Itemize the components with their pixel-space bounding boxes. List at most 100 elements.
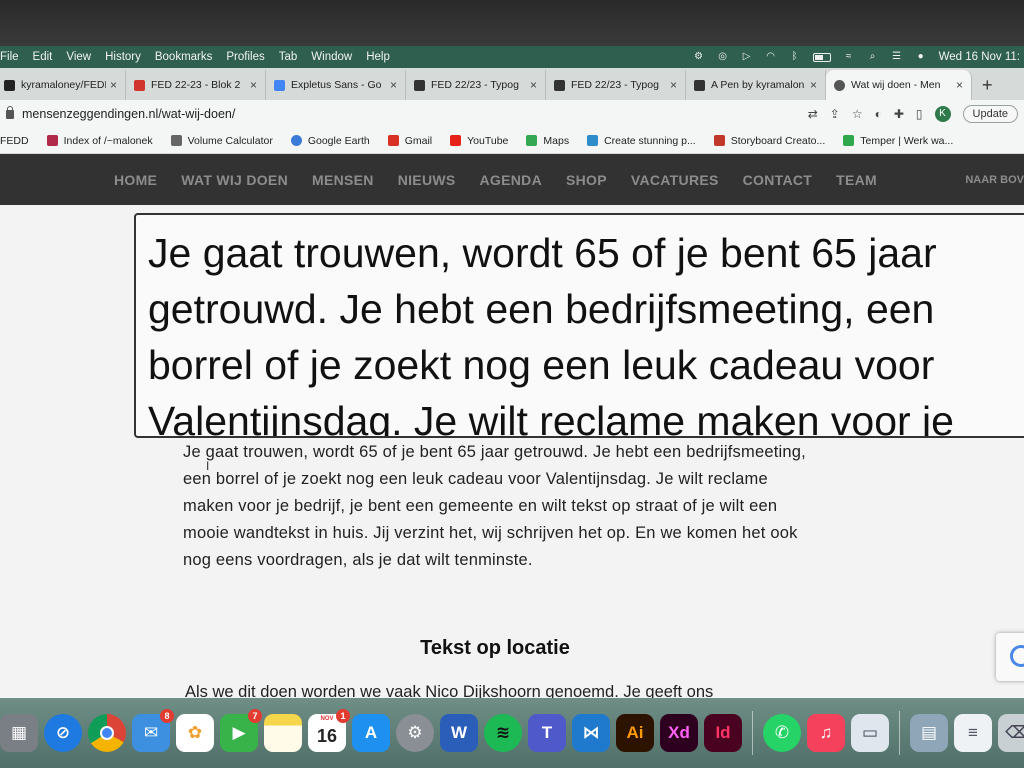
bookmark-fedd[interactable]: FEDD	[0, 135, 29, 147]
nav-shop[interactable]: SHOP	[566, 172, 607, 188]
menu-file[interactable]: File	[0, 51, 19, 63]
menu-profiles[interactable]: Profiles	[226, 51, 264, 63]
text-zoom-overlay: Je gaat trouwen, wordt 65 of je bent 65 …	[134, 213, 1024, 438]
notes-icon[interactable]	[264, 714, 302, 752]
creative-cloud-icon[interactable]: ◎	[717, 52, 729, 62]
calendar-icon[interactable]: NOV 16 1	[308, 709, 350, 752]
tab-close-icon[interactable]: ×	[390, 78, 397, 92]
translate-icon[interactable]: ⇄	[808, 107, 818, 121]
spotify-icon[interactable]: ≋	[484, 714, 522, 752]
tab-wat-wij-doen[interactable]: Wat wij doen - Men ×	[826, 70, 972, 100]
wifi-icon[interactable]: ≈	[843, 52, 855, 62]
tab-kyramaloney[interactable]: kyramaloney/FEDD ×	[0, 70, 126, 100]
extension-mask-icon[interactable]: ◐	[875, 107, 882, 121]
menu-history[interactable]: History	[105, 51, 141, 63]
tab-close-icon[interactable]: ×	[530, 78, 537, 92]
trash-icon[interactable]: ⌫	[998, 714, 1024, 752]
menu-help[interactable]: Help	[366, 51, 390, 63]
nav-mensen[interactable]: MENSEN	[312, 172, 374, 188]
zoomed-text: Je gaat trouwen, wordt 65 of je bent 65 …	[148, 230, 954, 438]
sidebar-icon[interactable]: ▯	[916, 107, 923, 121]
bookmark-maps[interactable]: Maps	[526, 135, 569, 147]
control-center-icon[interactable]: ☰	[891, 52, 903, 62]
nav-wat-wij-doen[interactable]: WAT WIJ DOEN	[181, 172, 288, 188]
menu-tab[interactable]: Tab	[279, 51, 298, 63]
photos-icon[interactable]: ✿	[176, 714, 214, 752]
recaptcha-badge[interactable]	[996, 633, 1024, 681]
extensions-status-icon[interactable]: ⚙	[693, 52, 705, 62]
bookmark-create-stunning[interactable]: Create stunning p...	[587, 135, 696, 147]
tab-close-icon[interactable]: ×	[250, 78, 257, 92]
share-icon[interactable]: ⇪	[830, 107, 840, 121]
chrome-icon[interactable]	[88, 714, 126, 752]
bluetooth-icon[interactable]: ᛒ	[789, 52, 801, 62]
teams-icon[interactable]: T	[528, 714, 566, 752]
app-store-icon[interactable]: A	[352, 714, 390, 752]
nav-vacatures[interactable]: VACATURES	[631, 172, 719, 188]
status-area: ⚙ ◎ ▷ ◠ ᛒ ≈ ⌕ ☰ ● Wed 16 Nov 11:	[693, 51, 1024, 63]
nav-nieuws[interactable]: NIEUWS	[398, 172, 456, 188]
safari-icon[interactable]: ⊘	[44, 714, 82, 752]
tab-codepen[interactable]: A Pen by kyramalon ×	[686, 70, 826, 100]
calculator-icon	[170, 135, 182, 146]
bookmark-label: YouTube	[467, 134, 509, 147]
tab-close-icon[interactable]: ×	[956, 78, 963, 92]
tab-fed-blok[interactable]: FED 22-23 - Blok 2 ×	[126, 70, 266, 100]
tab-close-icon[interactable]: ×	[670, 78, 677, 92]
battery-icon[interactable]	[812, 52, 831, 62]
back-to-top-link[interactable]: NAAR BOV	[965, 174, 1024, 186]
tab-label: FED 22-23 - Blok 2	[151, 79, 241, 91]
bookmark-gmail[interactable]: Gmail	[387, 135, 432, 147]
menu-window[interactable]: Window	[311, 51, 352, 63]
tab-fed-typography-2[interactable]: FED 22/23 - Typog ×	[546, 70, 686, 100]
globe-icon	[290, 135, 302, 146]
extensions-puzzle-icon[interactable]: ✚	[894, 107, 904, 121]
music-icon[interactable]: ♫	[807, 714, 845, 752]
spotlight-search-icon[interactable]: ⌕	[867, 52, 879, 62]
menu-view[interactable]: View	[66, 51, 91, 63]
bookmark-temper[interactable]: Temper | Werk wa...	[843, 135, 953, 147]
bookmark-storyboard-creator[interactable]: Storyboard Creato...	[713, 135, 825, 147]
xd-icon[interactable]: Xd	[660, 714, 698, 752]
nav-home[interactable]: HOME	[114, 172, 157, 188]
downloads-stack-icon[interactable]: ▤	[910, 714, 948, 752]
tab-close-icon[interactable]: ×	[810, 78, 817, 92]
update-button[interactable]: Update	[962, 105, 1018, 123]
nav-team[interactable]: TEAM	[836, 172, 877, 188]
profile-avatar[interactable]: K	[934, 106, 951, 122]
menu-bookmarks[interactable]: Bookmarks	[155, 51, 213, 63]
word-icon[interactable]: W	[440, 714, 478, 752]
tab-close-icon[interactable]: ×	[110, 78, 117, 92]
vscode-icon[interactable]: ⋈	[572, 714, 610, 752]
system-preferences-icon[interactable]: ⚙	[396, 714, 434, 752]
bookmark-youtube[interactable]: YouTube	[450, 135, 508, 147]
tab-expletus-sans[interactable]: Expletus Sans - Go ×	[266, 70, 406, 100]
siri-icon[interactable]: ●	[915, 52, 927, 62]
dock-separator	[899, 711, 900, 755]
indesign-icon[interactable]: Id	[704, 714, 742, 752]
github-favicon-icon	[4, 79, 15, 91]
new-tab-button[interactable]: +	[972, 75, 1003, 100]
launchpad-icon[interactable]: ▦	[0, 714, 38, 752]
preview-icon[interactable]: ▭	[851, 714, 889, 752]
menu-clock[interactable]: Wed 16 Nov 11:	[939, 51, 1020, 63]
mail-icon[interactable]: ✉ 8	[132, 709, 174, 752]
airdrop-icon[interactable]: ◠	[765, 52, 777, 62]
bookmark-star-icon[interactable]: ☆	[852, 107, 863, 121]
pdf-favicon-icon	[134, 79, 145, 91]
play-icon[interactable]: ▷	[741, 52, 753, 62]
menu-edit[interactable]: Edit	[33, 51, 53, 63]
facetime-icon[interactable]: ▶ 7	[220, 709, 262, 752]
tab-fed-typography-1[interactable]: FED 22/23 - Typog ×	[406, 70, 546, 100]
illustrator-icon[interactable]: Ai	[616, 714, 654, 752]
documents-stack-icon[interactable]: ≡	[954, 714, 992, 752]
nav-agenda[interactable]: AGENDA	[480, 172, 542, 188]
whatsapp-icon[interactable]: ✆	[763, 714, 801, 752]
nav-contact[interactable]: CONTACT	[743, 172, 813, 188]
youtube-icon	[450, 135, 462, 146]
url-field[interactable]: mensenzeggendingen.nl/wat-wij-doen/	[22, 107, 235, 121]
bookmark-volume-calculator[interactable]: Volume Calculator	[170, 135, 273, 147]
bookmark-index-malonek[interactable]: Index of /~malonek	[46, 135, 153, 147]
bookmark-google-earth[interactable]: Google Earth	[290, 135, 370, 147]
lock-icon[interactable]	[6, 105, 14, 119]
